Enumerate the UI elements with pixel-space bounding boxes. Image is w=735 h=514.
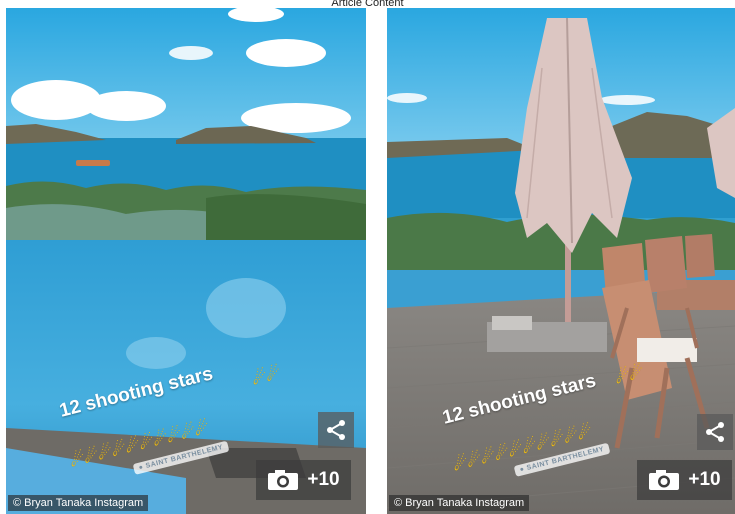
photo-panel-left: 12 shooting stars ☄☄ ☄☄☄☄☄☄☄☄☄☄ ● SAINT … bbox=[6, 8, 366, 514]
location-pin-icon: ● bbox=[519, 465, 526, 474]
camera-icon bbox=[268, 470, 299, 490]
photo-count: +10 bbox=[307, 469, 340, 490]
article-caption: Article Content bbox=[331, 0, 404, 8]
photo-count: +10 bbox=[688, 469, 721, 490]
share-button[interactable] bbox=[318, 412, 354, 448]
location-pin-icon: ● bbox=[138, 463, 145, 472]
share-icon bbox=[327, 420, 345, 440]
camera-icon bbox=[649, 470, 680, 490]
photo-credit: © Bryan Tanaka Instagram bbox=[389, 495, 530, 511]
photo-gallery-button[interactable]: +10 bbox=[256, 460, 351, 500]
photo-credit: © Bryan Tanaka Instagram bbox=[8, 495, 149, 511]
share-button[interactable] bbox=[697, 414, 733, 450]
share-icon bbox=[706, 422, 724, 442]
photo-panel-right: 12 shooting stars ☄☄ ☄☄☄☄☄☄☄☄☄☄ ● SAINT … bbox=[387, 8, 735, 514]
photo-gallery-button[interactable]: +10 bbox=[637, 460, 732, 500]
